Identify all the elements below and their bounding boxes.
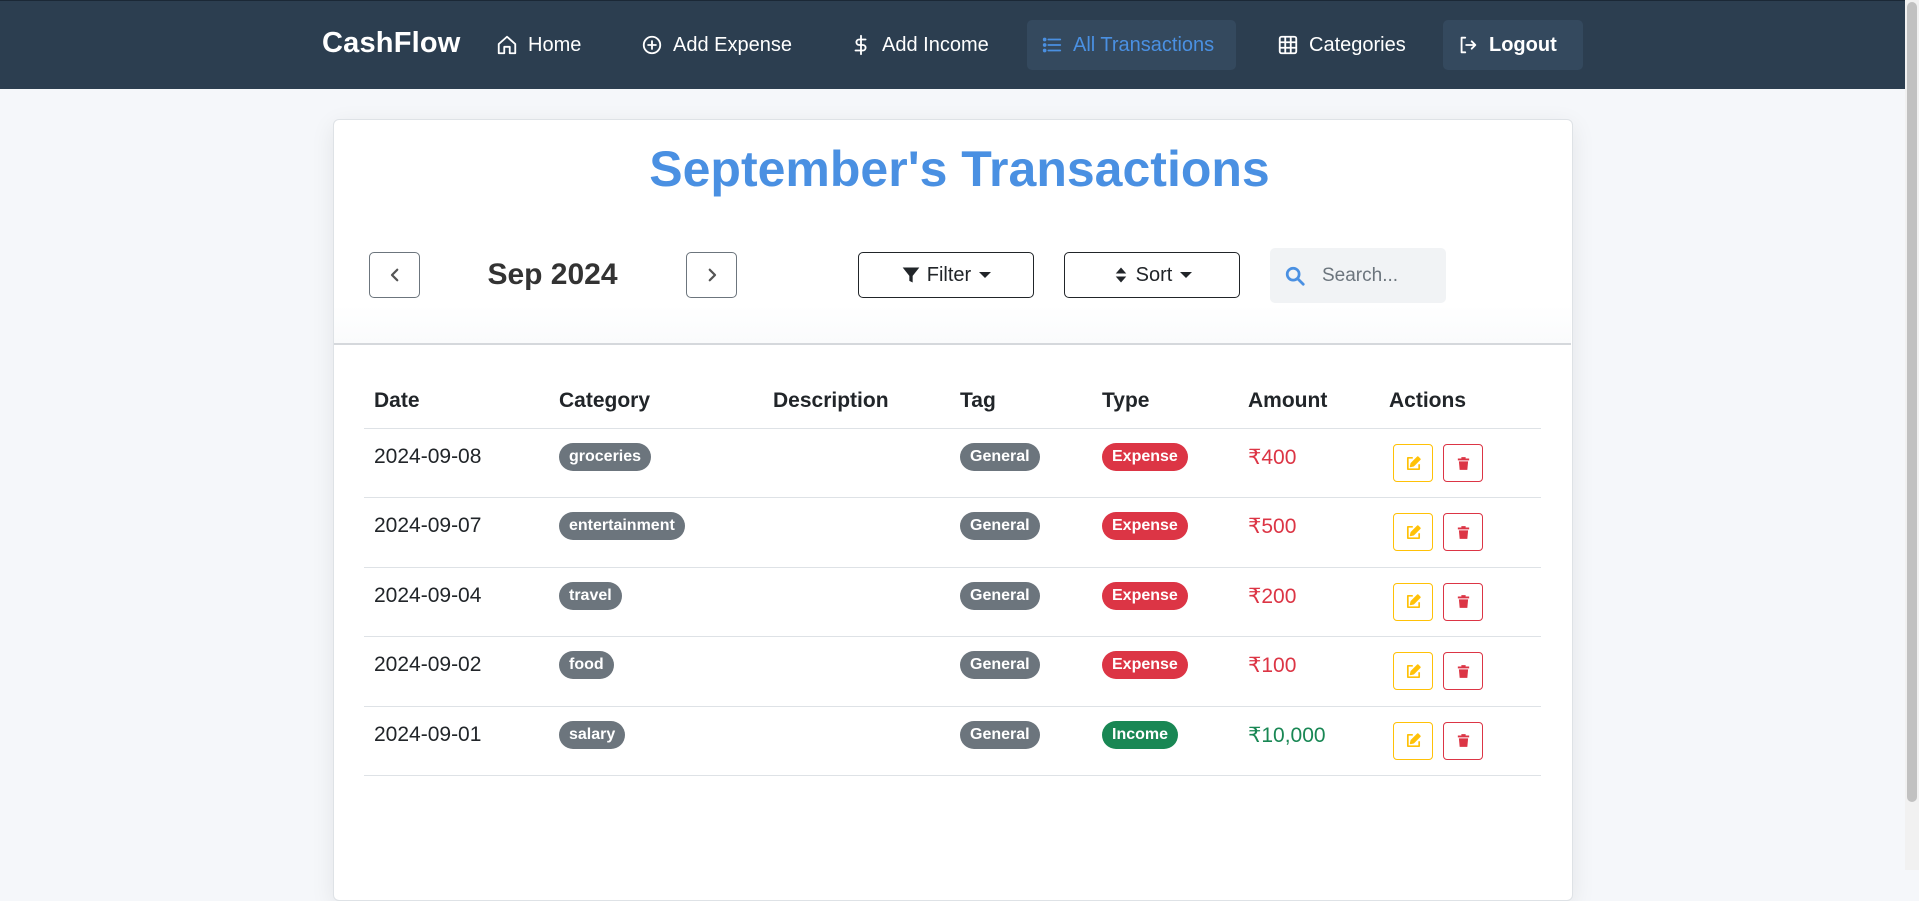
type-badge: Expense [1102, 581, 1188, 610]
chevron-left-icon [390, 268, 398, 282]
edit-button[interactable] [1393, 721, 1433, 760]
delete-button[interactable] [1443, 444, 1483, 482]
nav-add-income-label: Add Income [882, 33, 989, 56]
cell-amount: ₹10,000 [1248, 723, 1326, 747]
tag-badge: General [960, 581, 1040, 610]
edit-icon [1406, 455, 1421, 470]
tag-badge: General [960, 651, 1040, 680]
delete-button[interactable] [1443, 513, 1483, 552]
column-header-amount: Amount [1248, 389, 1328, 412]
current-month-label: Sep 2024 [487, 258, 618, 291]
chevron-right-icon [708, 268, 716, 282]
type-badge: Income [1102, 720, 1179, 749]
edit-button[interactable] [1393, 444, 1433, 482]
cell-amount: ₹500 [1248, 515, 1297, 539]
list-icon [1042, 37, 1062, 53]
grid-icon [1278, 35, 1298, 55]
scrollbar-thumb[interactable] [1907, 2, 1917, 802]
logout-label: Logout [1489, 33, 1557, 56]
search-icon [1285, 266, 1305, 286]
edit-button[interactable] [1393, 652, 1433, 691]
delete-button[interactable] [1443, 721, 1483, 760]
search-box [1270, 248, 1446, 303]
caret-down-icon [979, 272, 992, 278]
trash-icon [1457, 595, 1469, 609]
tag-badge: General [960, 720, 1040, 749]
filter-icon [902, 267, 920, 283]
next-month-button[interactable] [686, 252, 737, 298]
house-icon [497, 35, 517, 55]
filter-label: Filter [926, 263, 972, 286]
table-row-divider [364, 775, 1541, 776]
sort-dropdown-button[interactable]: Sort [1064, 252, 1240, 298]
nav-add-income[interactable]: Add Income [836, 20, 1003, 70]
page-scrollbar[interactable] [1905, 0, 1919, 870]
column-header-description: Description [773, 389, 889, 412]
cell-date: 2024-09-02 [374, 653, 482, 677]
caret-down-icon [1180, 272, 1193, 278]
cell-date: 2024-09-08 [374, 445, 482, 468]
edit-icon [1406, 663, 1421, 678]
edit-icon [1406, 733, 1421, 748]
tag-badge: General [960, 512, 1040, 541]
cell-amount: ₹100 [1248, 654, 1297, 678]
column-header-tag: Tag [960, 389, 996, 412]
column-header-type: Type [1102, 389, 1150, 412]
search-input[interactable] [1320, 260, 1439, 292]
previous-month-button[interactable] [369, 252, 420, 298]
nav-categories-label: Categories [1309, 33, 1406, 56]
nav-home[interactable]: Home [482, 20, 595, 70]
table-row-divider [364, 636, 1541, 638]
type-badge: Expense [1102, 512, 1188, 541]
category-badge: salary [559, 720, 626, 749]
cell-date: 2024-09-01 [374, 722, 482, 746]
edit-icon [1406, 594, 1421, 609]
logout-button[interactable]: Logout [1443, 20, 1583, 70]
delete-button[interactable] [1443, 582, 1483, 621]
tag-badge: General [960, 443, 1040, 471]
nav-all-transactions[interactable]: All Transactions [1027, 20, 1236, 70]
edit-button[interactable] [1393, 513, 1433, 552]
plus-circle-icon [642, 35, 662, 55]
delete-button[interactable] [1443, 652, 1483, 691]
filter-dropdown-button[interactable]: Filter [858, 252, 1034, 298]
type-badge: Expense [1102, 651, 1188, 680]
cell-amount: ₹200 [1248, 584, 1297, 608]
column-header-date: Date [374, 389, 420, 412]
cell-date: 2024-09-04 [374, 583, 482, 607]
transactions-card [333, 119, 1573, 901]
nav-all-transactions-label: All Transactions [1073, 33, 1215, 56]
column-header-actions: Actions [1389, 389, 1467, 412]
category-badge: groceries [559, 443, 652, 471]
table-row-divider [364, 497, 1541, 499]
cell-date: 2024-09-07 [374, 514, 482, 538]
dollar-icon [854, 34, 867, 56]
trash-icon [1457, 526, 1469, 539]
trash-icon [1457, 734, 1469, 747]
nav-add-expense[interactable]: Add Expense [627, 20, 806, 70]
top-navbar: CashFlow Home Add Expense Add Income All… [0, 0, 1905, 89]
controls-divider [334, 305, 1571, 345]
category-badge: food [559, 651, 614, 680]
nav-home-label: Home [528, 33, 582, 56]
category-badge: entertainment [559, 512, 685, 541]
page-title: September's Transactions [649, 141, 1270, 197]
trash-icon [1457, 664, 1469, 678]
category-badge: travel [559, 581, 622, 610]
column-header-category: Category [559, 389, 651, 412]
logout-icon [1460, 36, 1477, 54]
table-row-divider [364, 705, 1541, 707]
cell-amount: ₹400 [1248, 446, 1297, 469]
type-badge: Expense [1102, 443, 1188, 471]
sort-icon [1115, 267, 1126, 283]
nav-add-expense-label: Add Expense [673, 33, 792, 56]
nav-categories[interactable]: Categories [1263, 20, 1420, 70]
trash-icon [1457, 456, 1469, 470]
brand-logo[interactable]: CashFlow [322, 27, 461, 60]
sort-label: Sort [1135, 263, 1173, 286]
edit-button[interactable] [1393, 582, 1433, 621]
edit-icon [1406, 525, 1421, 539]
table-header-divider [364, 428, 1541, 429]
table-row-divider [364, 566, 1541, 568]
